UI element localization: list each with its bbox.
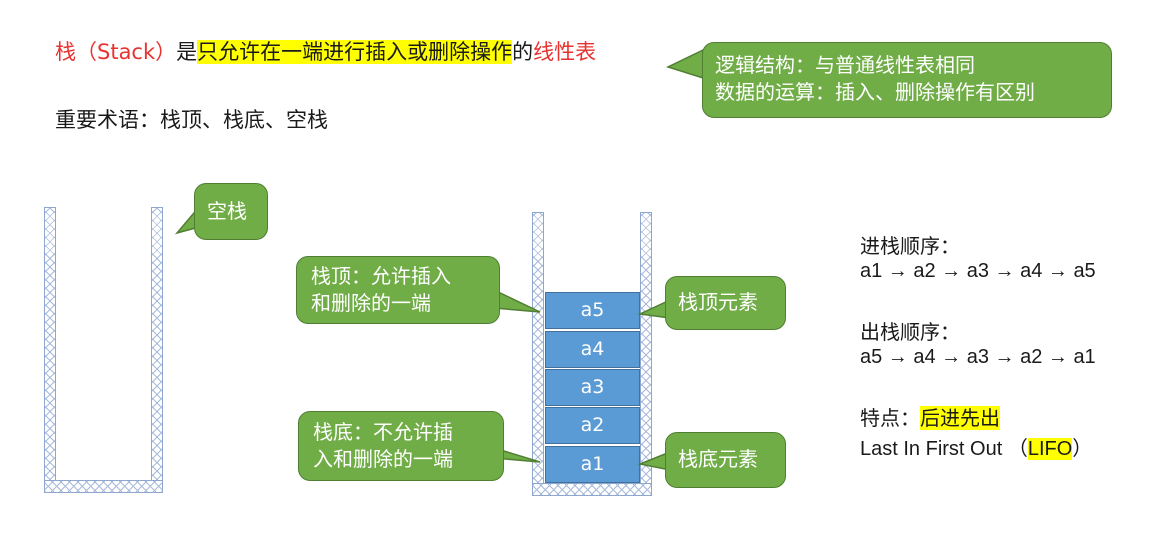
stack-element: a4 bbox=[545, 331, 640, 368]
bottom-callout-line2: 入和删除的一端 bbox=[313, 447, 453, 471]
empty-stack-label: 空栈 bbox=[207, 199, 247, 223]
bottom-element-label: 栈底元素 bbox=[678, 447, 758, 471]
stack-top-callout: 栈顶：允许插入 和删除的一端 bbox=[296, 256, 500, 324]
definition-line: 栈（Stack）是只允许在一端进行插入或删除操作的线性表 bbox=[55, 36, 596, 66]
logic-callout-line1: 逻辑结构：与普通线性表相同 bbox=[715, 53, 975, 77]
feature-line: 特点：后进先出 bbox=[860, 402, 1000, 431]
lifo-prefix: Last In First Out （ bbox=[860, 438, 1028, 460]
definition-is: 是 bbox=[176, 40, 198, 64]
empty-stack-right-wall bbox=[151, 207, 163, 493]
stack-element: a1 bbox=[545, 446, 640, 483]
definition-of: 的 bbox=[512, 40, 534, 64]
empty-stack-callout: 空栈 bbox=[194, 183, 268, 240]
push-order-label: 进栈顺序： bbox=[860, 234, 960, 258]
stack-term: 栈（Stack） bbox=[55, 40, 177, 64]
top-element-callout: 栈顶元素 bbox=[665, 276, 786, 330]
empty-stack-left-wall bbox=[44, 207, 56, 493]
feature-value: 后进先出 bbox=[920, 406, 1000, 430]
stack-bottom bbox=[532, 483, 652, 496]
lifo-line: Last In First Out （LIFO） bbox=[860, 432, 1092, 461]
top-callout-line1: 栈顶：允许插入 bbox=[311, 264, 451, 288]
lifo-suffix: ） bbox=[1072, 438, 1093, 460]
top-element-label: 栈顶元素 bbox=[678, 290, 758, 314]
stack-element: a2 bbox=[545, 407, 640, 444]
stack-element: a5 bbox=[545, 292, 640, 329]
logic-callout-line2: 数据的运算：插入、删除操作有区别 bbox=[715, 80, 1035, 104]
bottom-element-callout: 栈底元素 bbox=[665, 432, 786, 488]
top-callout-tail bbox=[493, 288, 541, 313]
important-terms: 重要术语：栈顶、栈底、空栈 bbox=[55, 108, 328, 132]
lifo-acronym: LIFO bbox=[1027, 438, 1073, 460]
pop-order-sequence: a5 → a4 → a3 → a2 → a1 bbox=[860, 346, 1096, 368]
pop-order-label: 出栈顺序： bbox=[860, 320, 960, 344]
stack-element: a3 bbox=[545, 369, 640, 406]
definition-highlight: 只允许在一端进行插入或删除操作 bbox=[197, 40, 513, 64]
top-callout-line2: 和删除的一端 bbox=[311, 291, 431, 315]
push-order-sequence: a1 → a2 → a3 → a4 → a5 bbox=[860, 260, 1096, 282]
feature-label: 特点： bbox=[860, 406, 920, 430]
logic-structure-callout: 逻辑结构：与普通线性表相同 数据的运算：插入、删除操作有区别 bbox=[702, 42, 1112, 118]
stack-bottom-callout: 栈底：不允许插 入和删除的一端 bbox=[298, 411, 504, 481]
bottom-callout-line1: 栈底：不允许插 bbox=[313, 420, 453, 444]
empty-stack-bottom bbox=[44, 480, 163, 493]
linear-list-term: 线性表 bbox=[533, 40, 597, 64]
